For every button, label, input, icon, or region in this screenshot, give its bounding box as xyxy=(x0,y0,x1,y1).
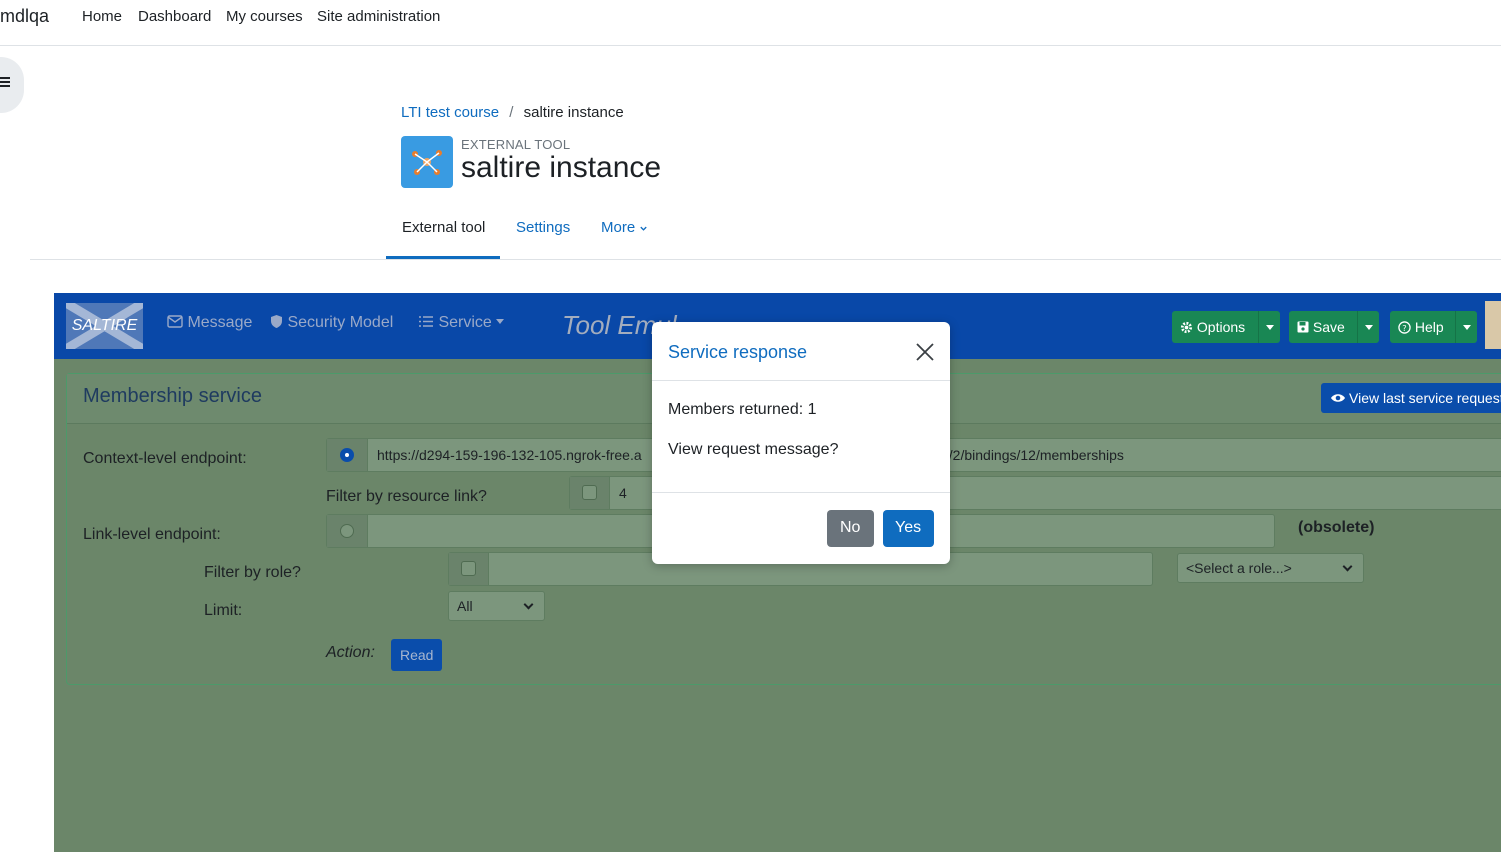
shield-icon xyxy=(271,315,282,328)
service-response-modal: Service response Members returned: 1 Vie… xyxy=(652,322,950,564)
limit-select[interactable]: All xyxy=(448,591,545,621)
role-select-value: <Select a role...> xyxy=(1186,560,1292,576)
yes-button-label: Yes xyxy=(895,519,922,536)
list-icon xyxy=(419,316,433,327)
view-last-service-request-button[interactable]: View last service request xyxy=(1321,383,1501,413)
filter-resource-link-input[interactable]: 4 xyxy=(619,485,627,501)
filter-role-checkbox-addon xyxy=(449,553,489,585)
context-endpoint-value-tail: n/2/bindings/12/memberships xyxy=(941,447,1124,463)
context-endpoint-radio[interactable] xyxy=(340,448,354,462)
members-returned-text: Members returned: 1 xyxy=(668,401,817,418)
tool-nav-security-model[interactable]: Security Model xyxy=(270,314,393,332)
help-circle-icon: ? xyxy=(1398,321,1411,334)
site-brand[interactable]: mdlqa xyxy=(0,6,49,27)
modal-title: Service response xyxy=(668,342,808,362)
help-dropdown-toggle[interactable] xyxy=(1455,311,1477,343)
no-button[interactable]: No xyxy=(827,510,874,547)
saltire-logo: SALTIRE xyxy=(66,303,143,349)
user-avatar[interactable] xyxy=(1485,301,1501,349)
saltire-logo-text: SALTIRE xyxy=(71,317,138,334)
view-last-service-request-label: View last service request xyxy=(1349,390,1501,406)
role-select[interactable]: <Select a role...> xyxy=(1177,553,1364,583)
obsolete-note: (obsolete) xyxy=(1298,519,1375,536)
page-title: saltire instance xyxy=(461,151,662,184)
tool-nav-message[interactable]: Message xyxy=(167,314,252,332)
link-endpoint-radio-addon xyxy=(327,515,368,547)
panel-title: Membership service xyxy=(83,385,262,407)
options-button-label: Options xyxy=(1196,319,1246,335)
chevron-down-icon xyxy=(523,599,534,610)
tool-nav-service-label: Service xyxy=(438,314,492,331)
save-dropdown-toggle[interactable] xyxy=(1357,311,1379,343)
course-index-toggle[interactable] xyxy=(0,57,24,113)
activity-type-label: EXTERNAL TOOL xyxy=(461,137,571,152)
action-label: Action: xyxy=(326,644,375,661)
no-button-label: No xyxy=(840,519,861,536)
read-button-label: Read xyxy=(400,647,434,663)
yes-button[interactable]: Yes xyxy=(883,510,934,547)
breadcrumb-current: saltire instance xyxy=(523,104,624,121)
view-request-question: View request message? xyxy=(668,441,839,458)
context-endpoint-value[interactable]: https://d294-159-196-132-105.ngrok-free.… xyxy=(377,447,642,463)
top-navbar: mdlqa Home Dashboard My courses Site adm… xyxy=(0,0,1501,46)
tab-more-label: More xyxy=(601,219,636,236)
save-button-label: Save xyxy=(1312,319,1345,335)
filter-resource-link-checkbox[interactable] xyxy=(582,485,597,500)
tool-nav-service[interactable]: Service xyxy=(418,314,505,332)
close-icon[interactable] xyxy=(914,341,936,363)
nav-my-courses[interactable]: My courses xyxy=(226,8,303,25)
hamburger-icon xyxy=(0,77,10,79)
nav-dashboard[interactable]: Dashboard xyxy=(138,8,211,25)
active-tab-indicator xyxy=(386,256,500,259)
nav-home[interactable]: Home xyxy=(82,8,122,25)
breadcrumb-course-link[interactable]: LTI test course xyxy=(401,104,499,121)
filter-role-label: Filter by role? xyxy=(204,564,301,581)
filter-resource-link-label: Filter by resource link? xyxy=(326,488,487,505)
help-button-label: Help xyxy=(1414,319,1444,335)
gear-icon xyxy=(1180,321,1193,334)
chevron-down-icon xyxy=(1342,561,1353,572)
breadcrumb-separator: / xyxy=(509,104,514,121)
breadcrumb: LTI test course / saltire instance xyxy=(401,104,624,121)
read-button[interactable]: Read xyxy=(391,639,442,671)
secondary-nav-border xyxy=(30,259,1501,260)
link-endpoint-label: Link-level endpoint: xyxy=(83,526,221,543)
context-endpoint-radio-addon xyxy=(327,439,368,471)
limit-select-value: All xyxy=(457,598,473,614)
limit-label: Limit: xyxy=(204,602,243,619)
floppy-disk-icon xyxy=(1297,321,1309,333)
save-button[interactable]: Save xyxy=(1289,311,1379,343)
tool-nav-security-model-label: Security Model xyxy=(287,314,394,331)
caret-down-icon xyxy=(496,319,505,324)
tool-nav-message-label: Message xyxy=(187,314,253,331)
filter-resource-link-checkbox-addon xyxy=(570,477,610,509)
external-tool-icon xyxy=(401,136,453,188)
modal-body: Members returned: 1 View request message… xyxy=(652,382,950,493)
tab-external-tool[interactable]: External tool xyxy=(402,219,485,236)
modal-header: Service response xyxy=(652,322,950,381)
link-endpoint-radio[interactable] xyxy=(340,524,354,538)
tab-settings[interactable]: Settings xyxy=(516,219,570,236)
context-endpoint-label: Context-level endpoint: xyxy=(83,450,247,467)
eye-icon xyxy=(1331,394,1345,402)
options-dropdown-toggle[interactable] xyxy=(1258,311,1280,343)
chevron-down-icon xyxy=(640,226,648,231)
help-button[interactable]: ? Help xyxy=(1390,311,1477,343)
tab-more[interactable]: More xyxy=(601,219,648,236)
svg-text:?: ? xyxy=(1402,323,1406,333)
envelope-icon xyxy=(167,315,183,328)
filter-role-checkbox[interactable] xyxy=(461,561,476,576)
options-button[interactable]: Options xyxy=(1172,311,1280,343)
nav-site-administration[interactable]: Site administration xyxy=(317,8,440,25)
